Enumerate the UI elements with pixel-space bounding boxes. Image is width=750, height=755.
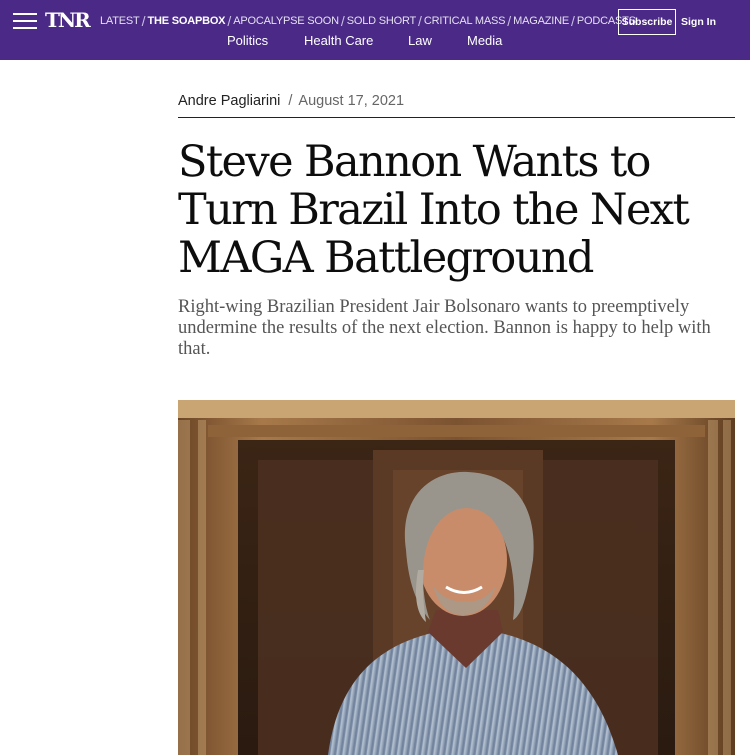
site-logo[interactable]: TNR <box>45 8 91 32</box>
nav-divider: / <box>141 13 146 29</box>
nav-divider: / <box>571 13 575 29</box>
article-headline: Steve Bannon Wants to Turn Brazil Into t… <box>178 137 690 283</box>
section-nav: LATEST / THE SOAPBOX / APOCALYPSE SOON /… <box>100 13 636 29</box>
topic-link-law[interactable]: Law <box>408 33 432 48</box>
section-link-magazine[interactable]: MAGAZINE <box>513 15 569 27</box>
section-link-the-soapbox[interactable]: THE SOAPBOX <box>147 15 225 27</box>
nav-divider: / <box>507 13 512 29</box>
sign-in-link[interactable]: Sign In <box>681 16 716 28</box>
byline-separator: / <box>288 93 293 109</box>
section-link-apocalypse-soon[interactable]: APOCALYPSE SOON <box>233 15 339 27</box>
lead-photo <box>178 400 735 755</box>
topic-link-politics[interactable]: Politics <box>227 33 268 48</box>
nav-divider: / <box>227 13 232 29</box>
site-header: TNR LATEST / THE SOAPBOX / APOCALYPSE SO… <box>0 0 750 60</box>
subscribe-button[interactable]: Subscribe <box>618 9 676 35</box>
byline: Andre Pagliarini / August 17, 2021 <box>178 93 735 118</box>
topic-link-health-care[interactable]: Health Care <box>304 33 373 48</box>
topic-nav: Politics Health Care Law Media <box>0 33 750 53</box>
author-link[interactable]: Andre Pagliarini <box>178 93 280 109</box>
nav-divider: / <box>418 13 422 29</box>
topic-link-media[interactable]: Media <box>467 33 502 48</box>
section-link-sold-short[interactable]: SOLD SHORT <box>347 15 417 27</box>
section-link-latest[interactable]: LATEST <box>100 15 140 27</box>
article-dek: Right-wing Brazilian President Jair Bols… <box>178 297 711 359</box>
nav-divider: / <box>340 13 345 29</box>
publish-date: August 17, 2021 <box>298 93 405 109</box>
section-link-critical-mass[interactable]: CRITICAL MASS <box>424 15 506 27</box>
hamburger-menu-icon[interactable] <box>13 12 37 30</box>
